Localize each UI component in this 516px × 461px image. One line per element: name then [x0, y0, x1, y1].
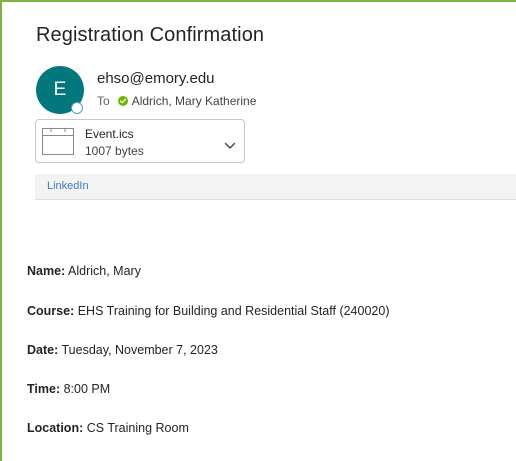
- location-label: Location:: [27, 421, 84, 435]
- name-value: Aldrich, Mary: [68, 264, 141, 278]
- date-value: Tuesday, November 7, 2023: [61, 343, 218, 357]
- attachment-name: Event.ics: [85, 127, 134, 141]
- course-field: Course: EHS Training for Building and Re…: [27, 304, 389, 318]
- sender-address[interactable]: ehso@emory.edu: [97, 70, 215, 87]
- linkedin-link[interactable]: LinkedIn: [47, 180, 89, 192]
- name-label: Name:: [27, 264, 66, 278]
- to-label: To: [97, 94, 110, 108]
- email-reading-pane: Registration Confirmation E ehso@emory.e…: [0, 0, 516, 461]
- location-field: Location: CS Training Room: [27, 421, 189, 435]
- date-label: Date:: [27, 343, 59, 357]
- recipient-name[interactable]: Aldrich, Mary Katherine: [132, 94, 257, 108]
- attachment-size: 1007 bytes: [85, 144, 144, 158]
- location-value: CS Training Room: [86, 421, 189, 435]
- time-label: Time:: [27, 382, 61, 396]
- date-field: Date: Tuesday, November 7, 2023: [27, 343, 218, 357]
- email-subject: Registration Confirmation: [36, 24, 265, 46]
- available-check-icon: [117, 96, 128, 106]
- link-bar: LinkedIn: [35, 174, 516, 200]
- time-value: 8:00 PM: [63, 382, 111, 396]
- recipient-line: To Aldrich, Mary Katherine: [97, 94, 256, 108]
- course-label: Course:: [27, 304, 75, 318]
- time-field: Time: 8:00 PM: [27, 382, 110, 396]
- chevron-down-icon[interactable]: [224, 137, 236, 155]
- calendar-file-icon: [42, 128, 74, 160]
- attachment-card[interactable]: Event.ics 1007 bytes: [35, 119, 245, 163]
- course-value: EHS Training for Building and Residentia…: [77, 304, 390, 318]
- avatar-initial: E: [53, 79, 67, 100]
- name-field: Name: Aldrich, Mary: [27, 264, 141, 278]
- presence-unknown-icon: [71, 102, 83, 114]
